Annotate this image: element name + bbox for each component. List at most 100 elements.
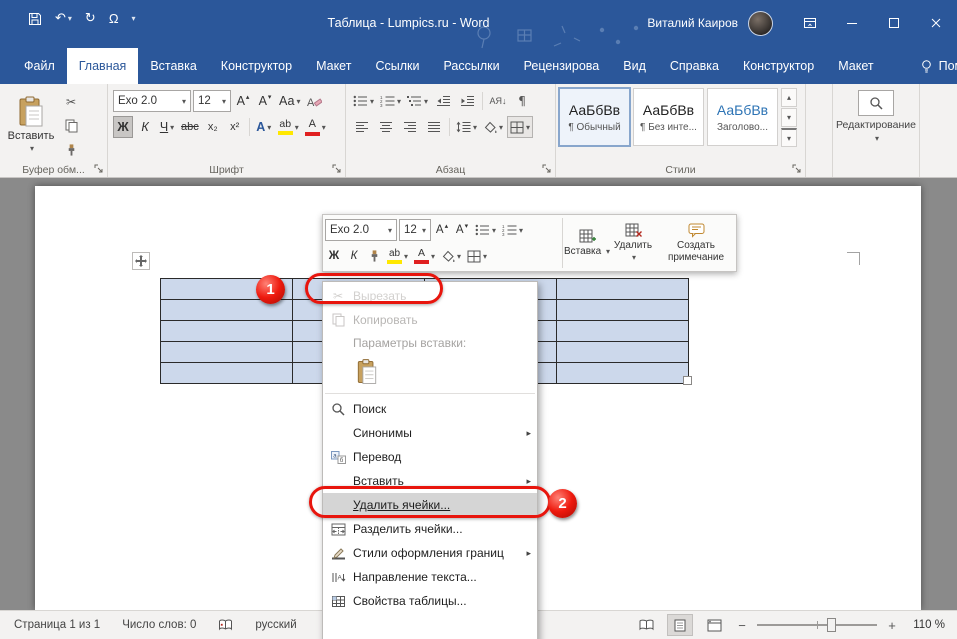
copy-button[interactable] bbox=[59, 116, 83, 135]
mini-shading-button[interactable]: ▾ bbox=[439, 245, 463, 267]
styles-scroll-down-button[interactable]: ▾ bbox=[781, 108, 797, 127]
ribbon-display-options-button[interactable] bbox=[789, 0, 831, 46]
mini-delete-button[interactable]: Удалить ▾ bbox=[610, 215, 656, 271]
align-center-button[interactable] bbox=[375, 116, 397, 138]
style-heading-1[interactable]: АаБбВв Заголово... bbox=[707, 88, 778, 146]
mini-new-comment-button[interactable]: Создать примечание bbox=[656, 215, 736, 271]
editing-menu-button[interactable]: Редактирование ▾ bbox=[836, 88, 916, 143]
zoom-level[interactable]: 110 % bbox=[907, 619, 945, 631]
styles-dialog-launcher[interactable] bbox=[790, 162, 803, 175]
tab-file[interactable]: Файл bbox=[12, 48, 67, 84]
multilevel-list-button[interactable]: ▾ bbox=[405, 90, 430, 112]
font-size-select[interactable]: 12▾ bbox=[193, 90, 231, 112]
mini-numbering-button[interactable]: 123▾ bbox=[500, 219, 525, 241]
mini-font-name-select[interactable]: Exo 2.0▾ bbox=[325, 219, 397, 241]
align-right-button[interactable] bbox=[399, 116, 421, 138]
menu-item-table-properties[interactable]: Свойства таблицы... bbox=[323, 589, 537, 613]
menu-item-border-styles[interactable]: Стили оформления границ ▸ bbox=[323, 541, 537, 565]
menu-item-split-cells[interactable]: Разделить ячейки... bbox=[323, 517, 537, 541]
decrease-indent-button[interactable] bbox=[432, 90, 454, 112]
menu-item-synonyms[interactable]: Синонимы ▸ bbox=[323, 421, 537, 445]
page-indicator[interactable]: Страница 1 из 1 bbox=[14, 619, 100, 631]
mini-borders-button[interactable]: ▾ bbox=[465, 245, 489, 267]
tab-references[interactable]: Ссылки bbox=[363, 48, 431, 84]
cut-button[interactable]: ✂ bbox=[59, 92, 83, 111]
tab-help[interactable]: Справка bbox=[658, 48, 731, 84]
table-resize-handle[interactable] bbox=[683, 376, 692, 385]
tab-design[interactable]: Конструктор bbox=[209, 48, 304, 84]
redo-button[interactable]: ↻ bbox=[85, 11, 96, 26]
mini-insert-button[interactable]: Вставка ▾ bbox=[564, 215, 610, 271]
tab-insert[interactable]: Вставка bbox=[138, 48, 208, 84]
font-dialog-launcher[interactable] bbox=[330, 162, 343, 175]
mini-format-painter-button[interactable] bbox=[365, 245, 383, 267]
maximize-button[interactable] bbox=[873, 0, 915, 46]
mini-font-size-select[interactable]: 12▾ bbox=[399, 219, 431, 241]
paragraph-dialog-launcher[interactable] bbox=[540, 162, 553, 175]
shrink-font-button[interactable]: А▾ bbox=[255, 90, 275, 112]
highlight-button[interactable]: ab▾ bbox=[276, 116, 301, 138]
web-layout-button[interactable] bbox=[701, 614, 727, 636]
align-left-button[interactable] bbox=[351, 116, 373, 138]
strikethrough-button[interactable]: abc bbox=[179, 116, 201, 138]
styles-more-button[interactable]: ▾ bbox=[781, 128, 797, 147]
shading-button[interactable]: ▾ bbox=[481, 116, 505, 138]
tab-mailings[interactable]: Рассылки bbox=[431, 48, 511, 84]
change-case-button[interactable]: Аа▾ bbox=[277, 90, 302, 112]
print-layout-button[interactable] bbox=[667, 614, 693, 636]
italic-button[interactable]: К bbox=[135, 116, 155, 138]
numbering-button[interactable]: 123▾ bbox=[378, 90, 403, 112]
word-count[interactable]: Число слов: 0 bbox=[122, 619, 196, 631]
paste-option-button[interactable] bbox=[353, 357, 381, 387]
proofing-status[interactable] bbox=[218, 619, 233, 631]
format-painter-button[interactable] bbox=[59, 141, 83, 160]
table-cell[interactable] bbox=[557, 321, 689, 342]
tab-home[interactable]: Главная bbox=[67, 48, 139, 84]
zoom-slider[interactable] bbox=[757, 624, 877, 626]
tab-review[interactable]: Рецензирова bbox=[512, 48, 612, 84]
zoom-slider-thumb[interactable] bbox=[827, 618, 836, 632]
underline-button[interactable]: Ч▾ bbox=[157, 116, 177, 138]
bullets-button[interactable]: ▾ bbox=[351, 90, 376, 112]
avatar[interactable] bbox=[748, 11, 773, 36]
mini-bullets-button[interactable]: ▾ bbox=[473, 219, 498, 241]
qat-customize-button[interactable]: ▾ bbox=[132, 14, 136, 23]
style-no-spacing[interactable]: АаБбВв ¶ Без инте... bbox=[633, 88, 704, 146]
increase-indent-button[interactable] bbox=[456, 90, 478, 112]
table-cell[interactable] bbox=[557, 279, 689, 300]
menu-item-search[interactable]: Поиск bbox=[323, 397, 537, 421]
menu-item-translate[interactable]: аб Перевод bbox=[323, 445, 537, 469]
tab-table-design[interactable]: Конструктор bbox=[731, 48, 826, 84]
table-cell[interactable] bbox=[557, 300, 689, 321]
table-cell[interactable] bbox=[161, 363, 293, 384]
table-cell[interactable] bbox=[161, 321, 293, 342]
style-normal[interactable]: АаБбВв ¶ Обычный bbox=[559, 88, 630, 146]
menu-item-paste-keep-source[interactable] bbox=[323, 354, 537, 390]
paste-button[interactable]: Вставить ▾ bbox=[3, 88, 59, 160]
grow-font-button[interactable]: А▴ bbox=[233, 90, 253, 112]
superscript-button[interactable]: х² bbox=[225, 116, 245, 138]
mini-bold-button[interactable]: Ж bbox=[325, 245, 343, 267]
sort-button[interactable]: АЯ↓ bbox=[487, 90, 509, 112]
user-name[interactable]: Виталий Каиров bbox=[647, 16, 738, 30]
tab-layout[interactable]: Макет bbox=[304, 48, 363, 84]
table-cell[interactable] bbox=[557, 342, 689, 363]
menu-item-text-direction[interactable]: А Направление текста... bbox=[323, 565, 537, 589]
mini-italic-button[interactable]: К bbox=[345, 245, 363, 267]
tab-table-layout[interactable]: Макет bbox=[826, 48, 885, 84]
tab-view[interactable]: Вид bbox=[611, 48, 658, 84]
omega-symbol-button[interactable]: Ω bbox=[109, 11, 119, 26]
justify-button[interactable] bbox=[423, 116, 445, 138]
borders-button[interactable]: ▾ bbox=[507, 116, 533, 138]
zoom-out-button[interactable]: − bbox=[735, 618, 749, 633]
table-cell[interactable] bbox=[557, 363, 689, 384]
font-name-select[interactable]: Exo 2.0▾ bbox=[113, 90, 191, 112]
close-button[interactable] bbox=[915, 0, 957, 46]
read-mode-button[interactable] bbox=[633, 614, 659, 636]
show-marks-button[interactable]: ¶ bbox=[511, 90, 533, 112]
mini-font-color-button[interactable]: А▾ bbox=[412, 245, 437, 267]
table-cell[interactable] bbox=[161, 342, 293, 363]
clear-formatting-button[interactable]: А bbox=[304, 90, 324, 112]
mini-shrink-font-button[interactable]: А▾ bbox=[453, 219, 471, 241]
mini-highlight-button[interactable]: ab▾ bbox=[385, 245, 410, 267]
